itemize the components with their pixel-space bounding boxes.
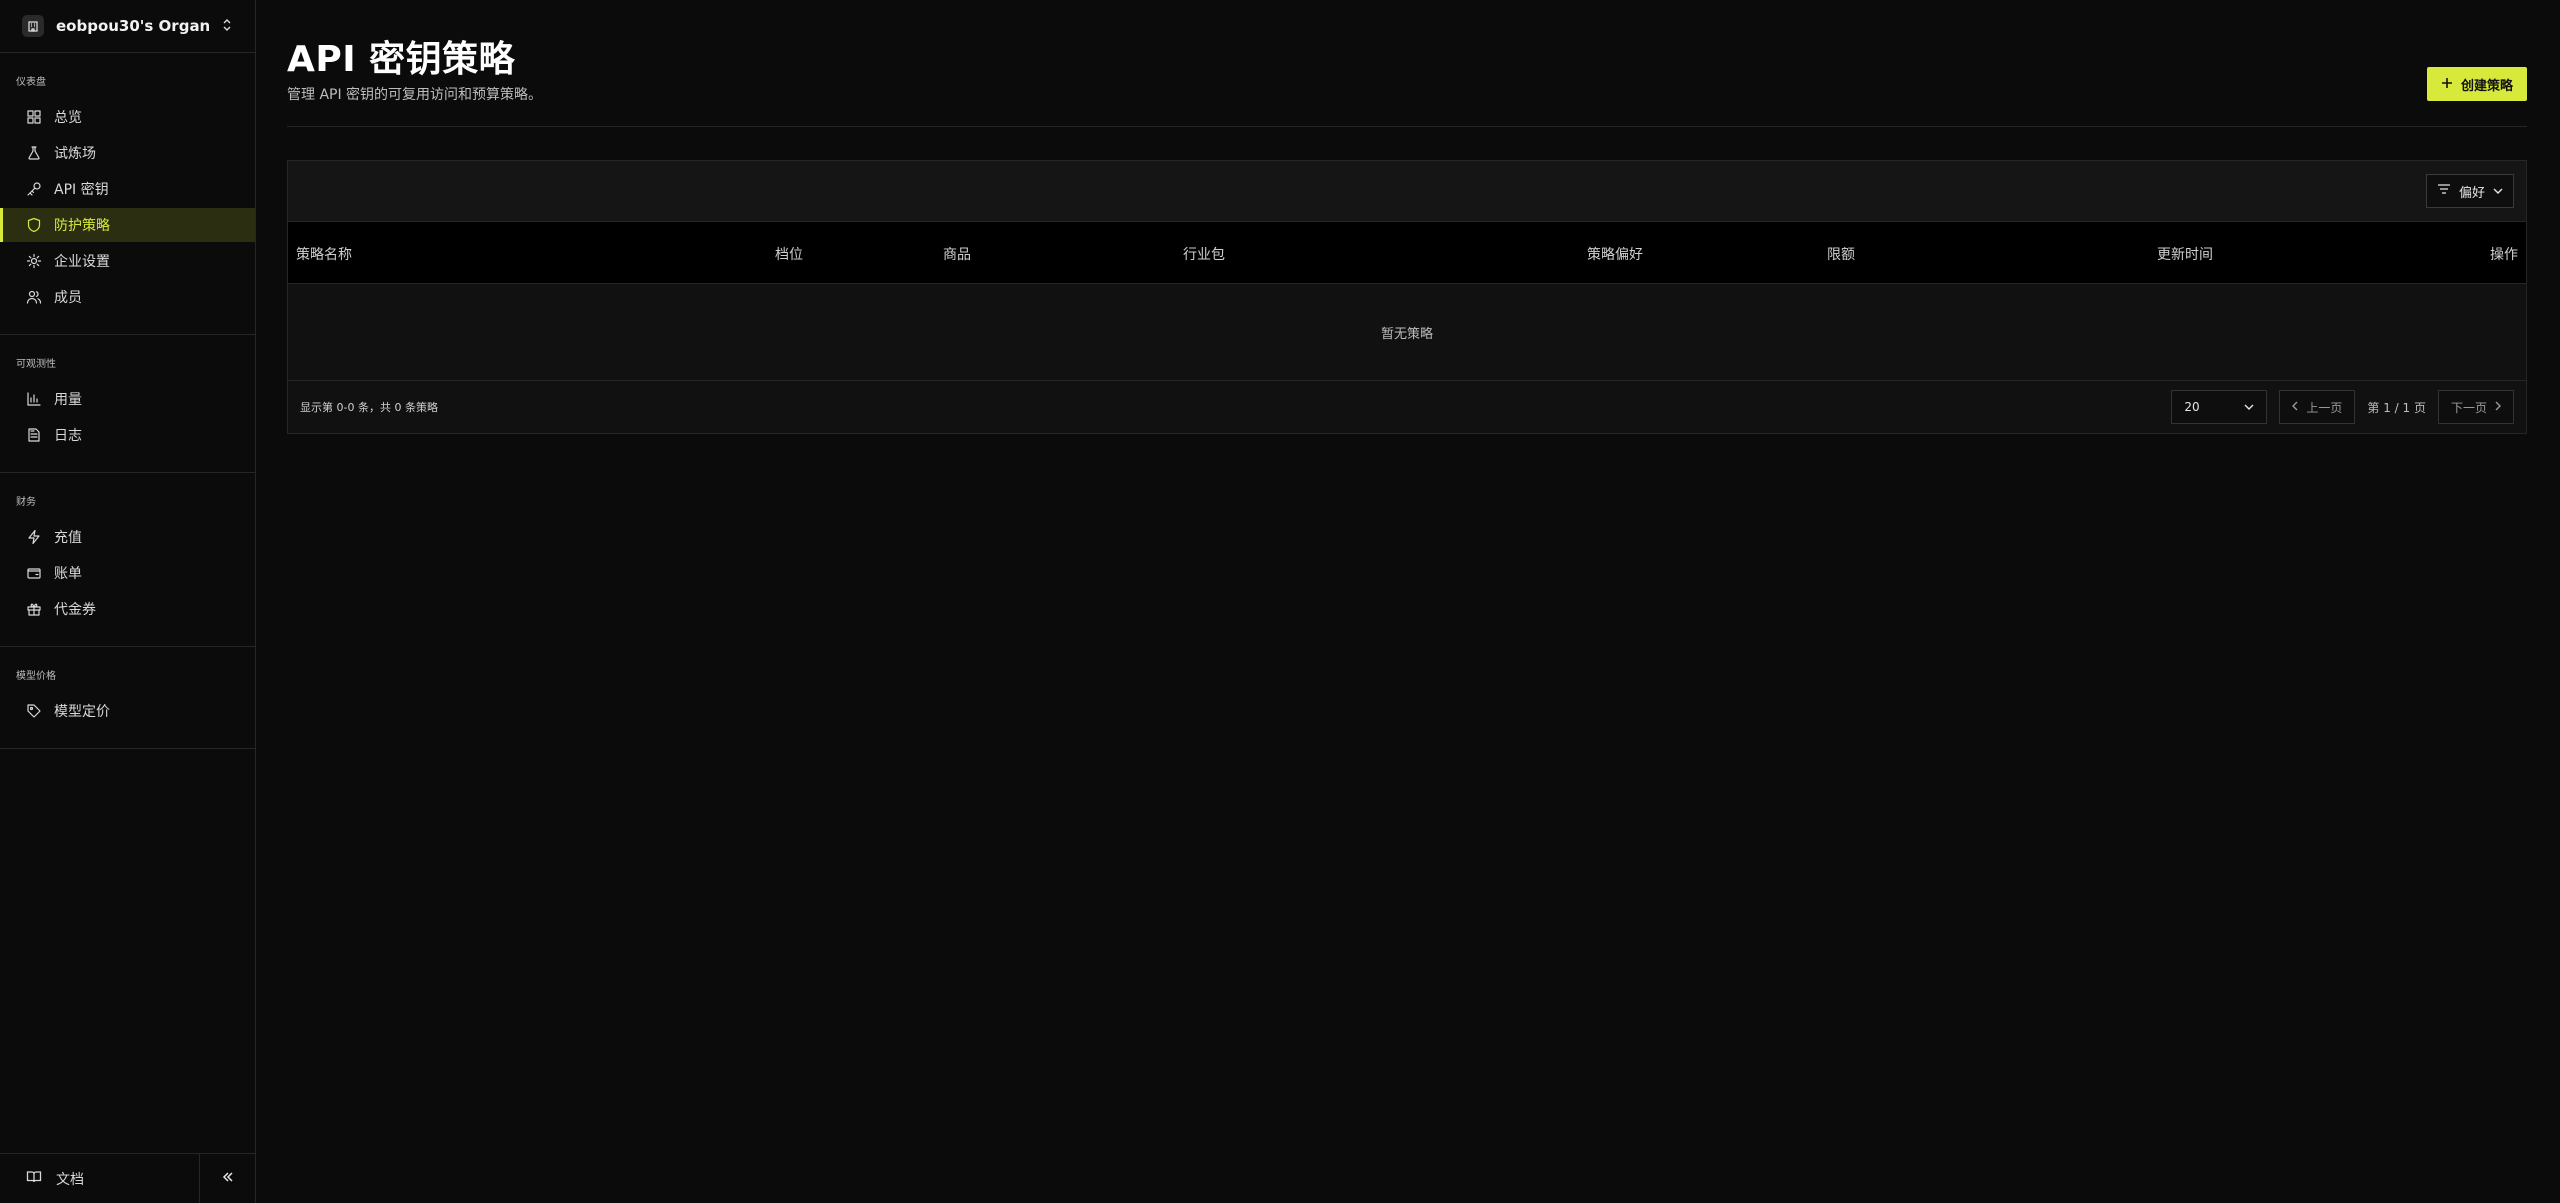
book-icon (26, 1169, 42, 1189)
page-header: API 密钥策略 管理 API 密钥的可复用访问和预算策略。 创建策略 (287, 0, 2527, 127)
sidebar-item-label: 总览 (54, 110, 82, 126)
page-title: API 密钥策略 (287, 39, 516, 80)
sidebar-section: 模型价格模型定价 (0, 647, 255, 749)
sidebar-item[interactable]: 账单 (0, 556, 255, 590)
sidebar-footer: 文档 (0, 1153, 255, 1203)
column-header-industry-pack: 行业包 (1183, 247, 1225, 263)
sidebar-section-title: 财务 (16, 497, 36, 508)
sidebar-item-label: 用量 (54, 392, 82, 408)
policy-table-panel: 偏好 策略名称 档位 商品 行业包 策略偏好 限额 更新时间 操作 暂无策略 显… (287, 160, 2527, 434)
column-header-quota: 限额 (1827, 247, 1855, 263)
shield-icon (26, 217, 42, 233)
flask-icon (26, 145, 42, 161)
column-header-updated-time: 更新时间 (2157, 247, 2213, 263)
column-header-product: 商品 (943, 247, 971, 263)
create-policy-label: 创建策略 (2460, 77, 2513, 93)
sidebar-item-label: API 密钥 (54, 182, 109, 198)
prev-page-button[interactable]: 上一页 (2279, 390, 2356, 424)
column-header-tier: 档位 (775, 247, 803, 263)
app-root: eobpou30's Organizati... 仪表盘总览试炼场 API 密钥防… (0, 0, 2560, 1203)
sidebar-sections: 仪表盘总览试炼场 API 密钥 防护策略企业设置成员可观测性用量日志财务充值账单代金… (0, 53, 255, 749)
sidebar-item-label: 防护策略 (54, 218, 110, 234)
sidebar-item[interactable]: 用量 (0, 382, 255, 416)
sidebar-item-label: 成员 (54, 290, 82, 306)
sidebar-section-title: 仪表盘 (16, 77, 46, 88)
sidebar-item[interactable]: 试炼场 (0, 136, 255, 170)
sidebar-item[interactable]: 充值 (0, 520, 255, 554)
preference-filter-button[interactable]: 偏好 (2425, 174, 2514, 208)
sidebar-item[interactable]: API 密钥 (0, 172, 255, 206)
gear-icon (26, 253, 42, 269)
sidebar-section-title: 可观测性 (16, 359, 56, 370)
sidebar-item[interactable]: 日志 (0, 418, 255, 452)
tag-icon (26, 703, 42, 719)
gift-icon (26, 601, 42, 617)
docs-label: 文档 (56, 1171, 84, 1188)
filter-icon (2437, 183, 2451, 199)
table-footer: 显示第 0-0 条，共 0 条策略 20 上一页 第 1 / 1 页 下一页 (288, 381, 2526, 433)
sidebar-item-label: 充值 (54, 530, 82, 546)
table-header: 策略名称 档位 商品 行业包 策略偏好 限额 更新时间 操作 (288, 221, 2526, 284)
sidebar-item[interactable]: 总览 (0, 100, 255, 134)
lightning-icon (26, 529, 42, 545)
chevron-right-icon (2495, 400, 2501, 414)
sidebar-item-label: 试炼场 (54, 146, 96, 162)
sidebar-item[interactable]: 代金券 (0, 592, 255, 626)
column-header-policy-name: 策略名称 (296, 247, 352, 263)
sidebar-item[interactable]: 防护策略 (0, 208, 255, 242)
create-policy-button[interactable]: 创建策略 (2426, 67, 2527, 101)
sidebar-item[interactable]: 模型定价 (0, 694, 255, 728)
org-name: eobpou30's Organizati... (56, 17, 209, 35)
log-icon (26, 427, 42, 443)
chevrons-left-icon (221, 1169, 235, 1188)
wallet-icon (26, 565, 42, 581)
page-size-select[interactable]: 20 (2171, 390, 2268, 424)
sidebar-item-label: 账单 (54, 566, 82, 582)
column-header-policy-preference: 策略偏好 (1587, 247, 1643, 263)
docs-link[interactable]: 文档 (0, 1154, 199, 1203)
users-icon (26, 289, 42, 305)
main-content: API 密钥策略 管理 API 密钥的可复用访问和预算策略。 创建策略 偏好 策… (256, 0, 2560, 1203)
sidebar-item-label: 代金券 (54, 602, 96, 618)
collapse-sidebar-button[interactable] (199, 1154, 255, 1203)
sidebar-section-title: 模型价格 (16, 671, 56, 682)
sidebar-item-label: 日志 (54, 428, 82, 444)
column-header-actions: 操作 (2490, 247, 2518, 263)
key-icon (26, 181, 42, 197)
bar-chart-icon (26, 391, 42, 407)
empty-state: 暂无策略 (288, 284, 2526, 381)
sidebar-section: 财务充值账单代金券 (0, 473, 255, 647)
sidebar-section: 仪表盘总览试炼场 API 密钥 防护策略企业设置成员 (0, 53, 255, 335)
prev-page-label: 上一页 (2306, 400, 2343, 415)
next-page-label: 下一页 (2450, 400, 2487, 415)
sidebar-item[interactable]: 企业设置 (0, 244, 255, 278)
chevron-left-icon (2292, 400, 2298, 414)
org-switcher[interactable]: eobpou30's Organizati... (0, 0, 255, 53)
grid-icon (26, 109, 42, 125)
page-subtitle: 管理 API 密钥的可复用访问和预算策略。 (287, 87, 543, 103)
sidebar-item-label: 模型定价 (54, 704, 110, 720)
page-info: 第 1 / 1 页 (2367, 400, 2426, 415)
sidebar-section: 可观测性用量日志 (0, 335, 255, 473)
chevron-down-icon (2244, 400, 2254, 414)
next-page-button[interactable]: 下一页 (2437, 390, 2514, 424)
sidebar-item-label: 企业设置 (54, 254, 110, 270)
sidebar-item[interactable]: 成员 (0, 280, 255, 314)
building-icon (22, 15, 44, 37)
sidebar: eobpou30's Organizati... 仪表盘总览试炼场 API 密钥防… (0, 0, 256, 1203)
preference-label: 偏好 (2458, 185, 2485, 201)
plus-icon (2441, 77, 2453, 92)
chevron-down-icon (2493, 184, 2503, 199)
page-size-value: 20 (2184, 400, 2200, 414)
pagination-summary: 显示第 0-0 条，共 0 条策略 (300, 401, 438, 414)
pagination: 20 上一页 第 1 / 1 页 下一页 (2171, 390, 2514, 424)
table-toolbar: 偏好 (288, 161, 2526, 221)
chevron-updown-icon (221, 17, 233, 36)
